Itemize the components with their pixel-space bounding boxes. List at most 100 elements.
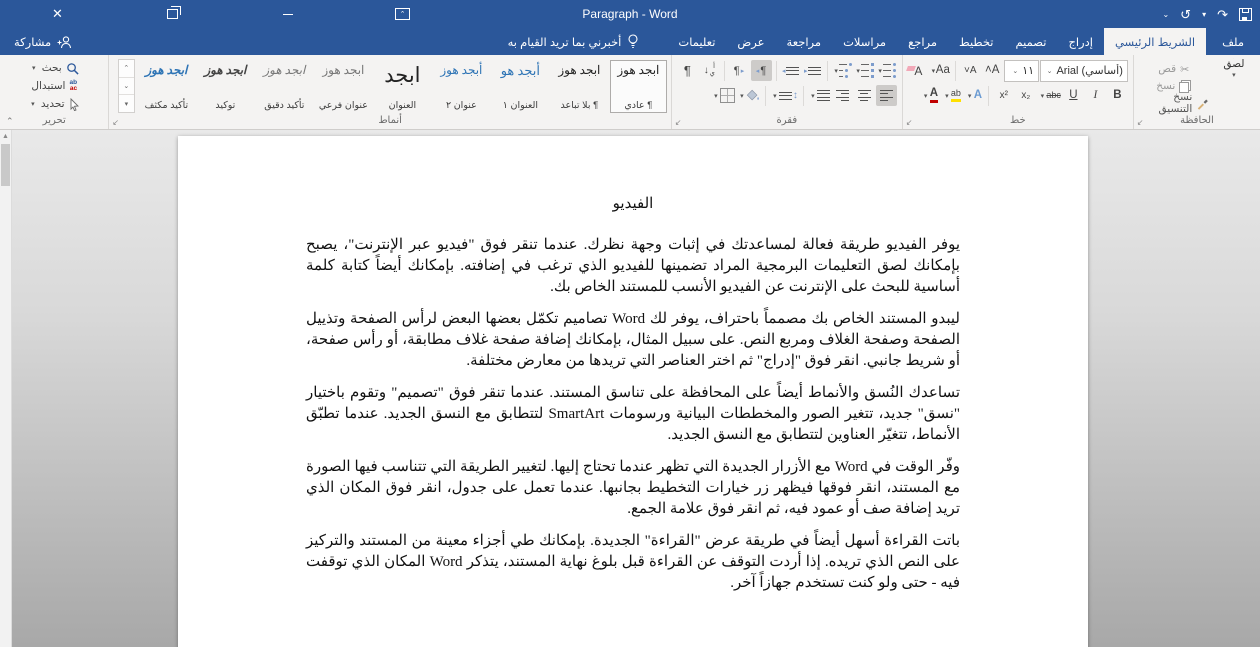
grow-font-button[interactable]: A˄	[982, 60, 1003, 81]
line-spacing-button[interactable]: ↕▾	[770, 85, 799, 106]
text-effects-button[interactable]: A▾	[963, 85, 984, 106]
style-label: العنوان	[389, 100, 417, 111]
change-case-icon: Aa	[936, 65, 950, 77]
pilcrow-icon: ¶	[684, 63, 691, 78]
bullets-button[interactable]: ▾	[876, 60, 897, 81]
collapse-ribbon-button[interactable]: ⌃	[6, 116, 14, 127]
paste-label: لصق	[1223, 58, 1244, 71]
font-color-button[interactable]: A▾	[919, 85, 940, 106]
tab-layout[interactable]: تخطيط	[948, 28, 1004, 55]
format-painter-button[interactable]: نسخ التنسيق	[1137, 95, 1211, 112]
highlight-color-button[interactable]: ab▾	[941, 85, 962, 106]
share-button[interactable]: مشاركة	[0, 28, 86, 55]
style-no-spacing[interactable]: ابجد هوز ¶ بلا تباعد	[551, 60, 608, 113]
subscript-button[interactable]: x₂	[1015, 85, 1036, 106]
find-button[interactable]: بحث ▾	[3, 59, 105, 77]
tab-view[interactable]: عرض	[726, 28, 775, 55]
styles-scroll-down-button[interactable]: ⌄	[119, 78, 134, 96]
paste-button[interactable]: لصق ▾	[1211, 58, 1257, 79]
cut-label: قص	[1158, 63, 1176, 75]
tab-design[interactable]: تصميم	[1004, 28, 1057, 55]
justify-button[interactable]: ▾	[808, 85, 831, 106]
document-page[interactable]: الفيديو يوفر الفيديو طريقة فعالة لمساعدت…	[178, 136, 1088, 647]
style-subtle-emphasis[interactable]: ابجد هوز تأكيد دقيق	[256, 60, 313, 113]
align-center-button[interactable]	[854, 85, 875, 106]
scrollbar-thumb[interactable]	[1, 144, 10, 186]
sort-icon: أي↓	[704, 64, 715, 78]
numbering-button[interactable]: ▾	[854, 60, 875, 81]
replace-button[interactable]: abac استبدال	[3, 77, 105, 95]
style-intense-emphasis[interactable]: ابجد هوز تأكيد مكثف	[138, 60, 195, 113]
sort-button[interactable]: أي↓	[699, 60, 720, 81]
rtl-text-direction-button[interactable]: ¶◂	[751, 60, 772, 81]
borders-button[interactable]: ▾	[711, 85, 736, 106]
align-right-button[interactable]	[876, 85, 897, 106]
tab-file[interactable]: ملف	[1206, 28, 1260, 55]
style-heading2[interactable]: أبجد هوز عنوان ٢	[433, 60, 490, 113]
style-label: توكيد	[215, 100, 235, 111]
increase-indent-button[interactable]: ◂	[780, 60, 801, 81]
change-case-button[interactable]: Aa▾	[930, 60, 951, 81]
font-name-combo[interactable]: Arial (أساسي) ⌄	[1040, 60, 1128, 82]
shading-button[interactable]: ▾	[737, 85, 761, 106]
ltr-text-direction-button[interactable]: ▸¶	[729, 60, 750, 81]
styles-dialog-launcher-icon[interactable]: ↙	[112, 119, 119, 127]
superscript-button[interactable]: x²	[993, 85, 1014, 106]
paragraph-1: يوفر الفيديو طريقة فعالة لمساعدتك في إثب…	[306, 235, 960, 298]
font-size-value: ١١	[1022, 64, 1034, 77]
font-dialog-launcher-icon[interactable]: ↙	[906, 119, 913, 127]
style-emphasis[interactable]: ابجد هوز توكيد	[197, 60, 254, 113]
paragraph-dialog-launcher-icon[interactable]: ↙	[675, 119, 682, 127]
search-icon	[66, 62, 79, 75]
undo-button[interactable]: ↺	[1180, 8, 1191, 21]
superscript-icon: x²	[1000, 91, 1008, 101]
document-area: ▲ الفيديو يوفر الفيديو طريقة فعالة لمساع…	[0, 130, 1260, 647]
replace-icon: abac	[69, 80, 77, 93]
shrink-font-button[interactable]: A˅	[960, 60, 981, 81]
group-label-editing: تحرير	[3, 114, 105, 129]
strikethrough-button[interactable]: abc▾	[1037, 85, 1062, 106]
styles-gallery-more-button[interactable]: ▾	[119, 95, 134, 112]
tab-mailings[interactable]: مراسلات	[832, 28, 897, 55]
italic-button[interactable]: I	[1085, 85, 1106, 106]
scroll-up-arrow-icon[interactable]: ▲	[0, 130, 11, 143]
redo-button[interactable]: ↷	[1217, 8, 1228, 21]
tab-references[interactable]: مراجع	[897, 28, 948, 55]
align-left-button[interactable]	[832, 85, 853, 106]
decrease-indent-button[interactable]: ▸	[802, 60, 823, 81]
cut-button[interactable]: ✂ قص	[1137, 61, 1211, 78]
style-title[interactable]: ابجد العنوان	[374, 60, 431, 113]
tab-insert[interactable]: إدراج	[1057, 28, 1104, 55]
clipboard-dialog-launcher-icon[interactable]: ↙	[1137, 119, 1144, 127]
customize-qat-button[interactable]: ⌄	[1162, 10, 1169, 19]
style-heading1[interactable]: أبجد هو العنوان ١	[492, 60, 549, 113]
multilevel-list-button[interactable]: ▾	[832, 60, 853, 81]
title-bar: ✕ ⌃ Paragraph - Word ⌄ ↺ ▾ ↷	[0, 0, 1260, 28]
clear-formatting-button[interactable]: A	[908, 60, 929, 81]
vertical-scrollbar[interactable]: ▲	[0, 130, 12, 647]
show-hide-paragraph-marks-button[interactable]: ¶	[677, 60, 698, 81]
tab-help[interactable]: تعليمات	[667, 28, 726, 55]
subscript-icon: x₂	[1021, 91, 1030, 101]
tell-me-box[interactable]: أخبرني بما تريد القيام به	[498, 28, 650, 55]
underline-button[interactable]: U	[1063, 85, 1084, 106]
style-subtitle[interactable]: ابجد هوز عنوان فرعي	[315, 60, 372, 113]
style-normal[interactable]: ابجد هوز ¶ عادي	[610, 60, 667, 113]
tab-home[interactable]: الشريط الرئيسي	[1104, 28, 1206, 55]
save-button[interactable]	[1239, 8, 1252, 21]
cut-icon: ✂	[1180, 63, 1189, 76]
bold-icon: B	[1113, 90, 1121, 102]
undo-dropdown[interactable]: ▾	[1202, 10, 1206, 19]
select-label: تحديد	[41, 98, 65, 110]
format-painter-brush-icon	[1196, 97, 1208, 110]
tab-review[interactable]: مراجعة	[776, 28, 833, 55]
ribbon-tab-bar: ملف الشريط الرئيسي إدراج تصميم تخطيط مرا…	[0, 28, 1260, 55]
select-button[interactable]: تحديد ▾	[3, 95, 105, 113]
font-size-combo[interactable]: ١١ ⌄	[1004, 60, 1039, 82]
bold-button[interactable]: B	[1107, 85, 1128, 106]
style-preview: ابجد هوز	[322, 64, 364, 77]
window-title: Paragraph - Word	[0, 7, 1260, 21]
font-color-icon: A	[930, 88, 938, 104]
clear-formatting-icon: A	[914, 64, 922, 78]
styles-scroll-up-button[interactable]: ⌃	[119, 60, 134, 78]
